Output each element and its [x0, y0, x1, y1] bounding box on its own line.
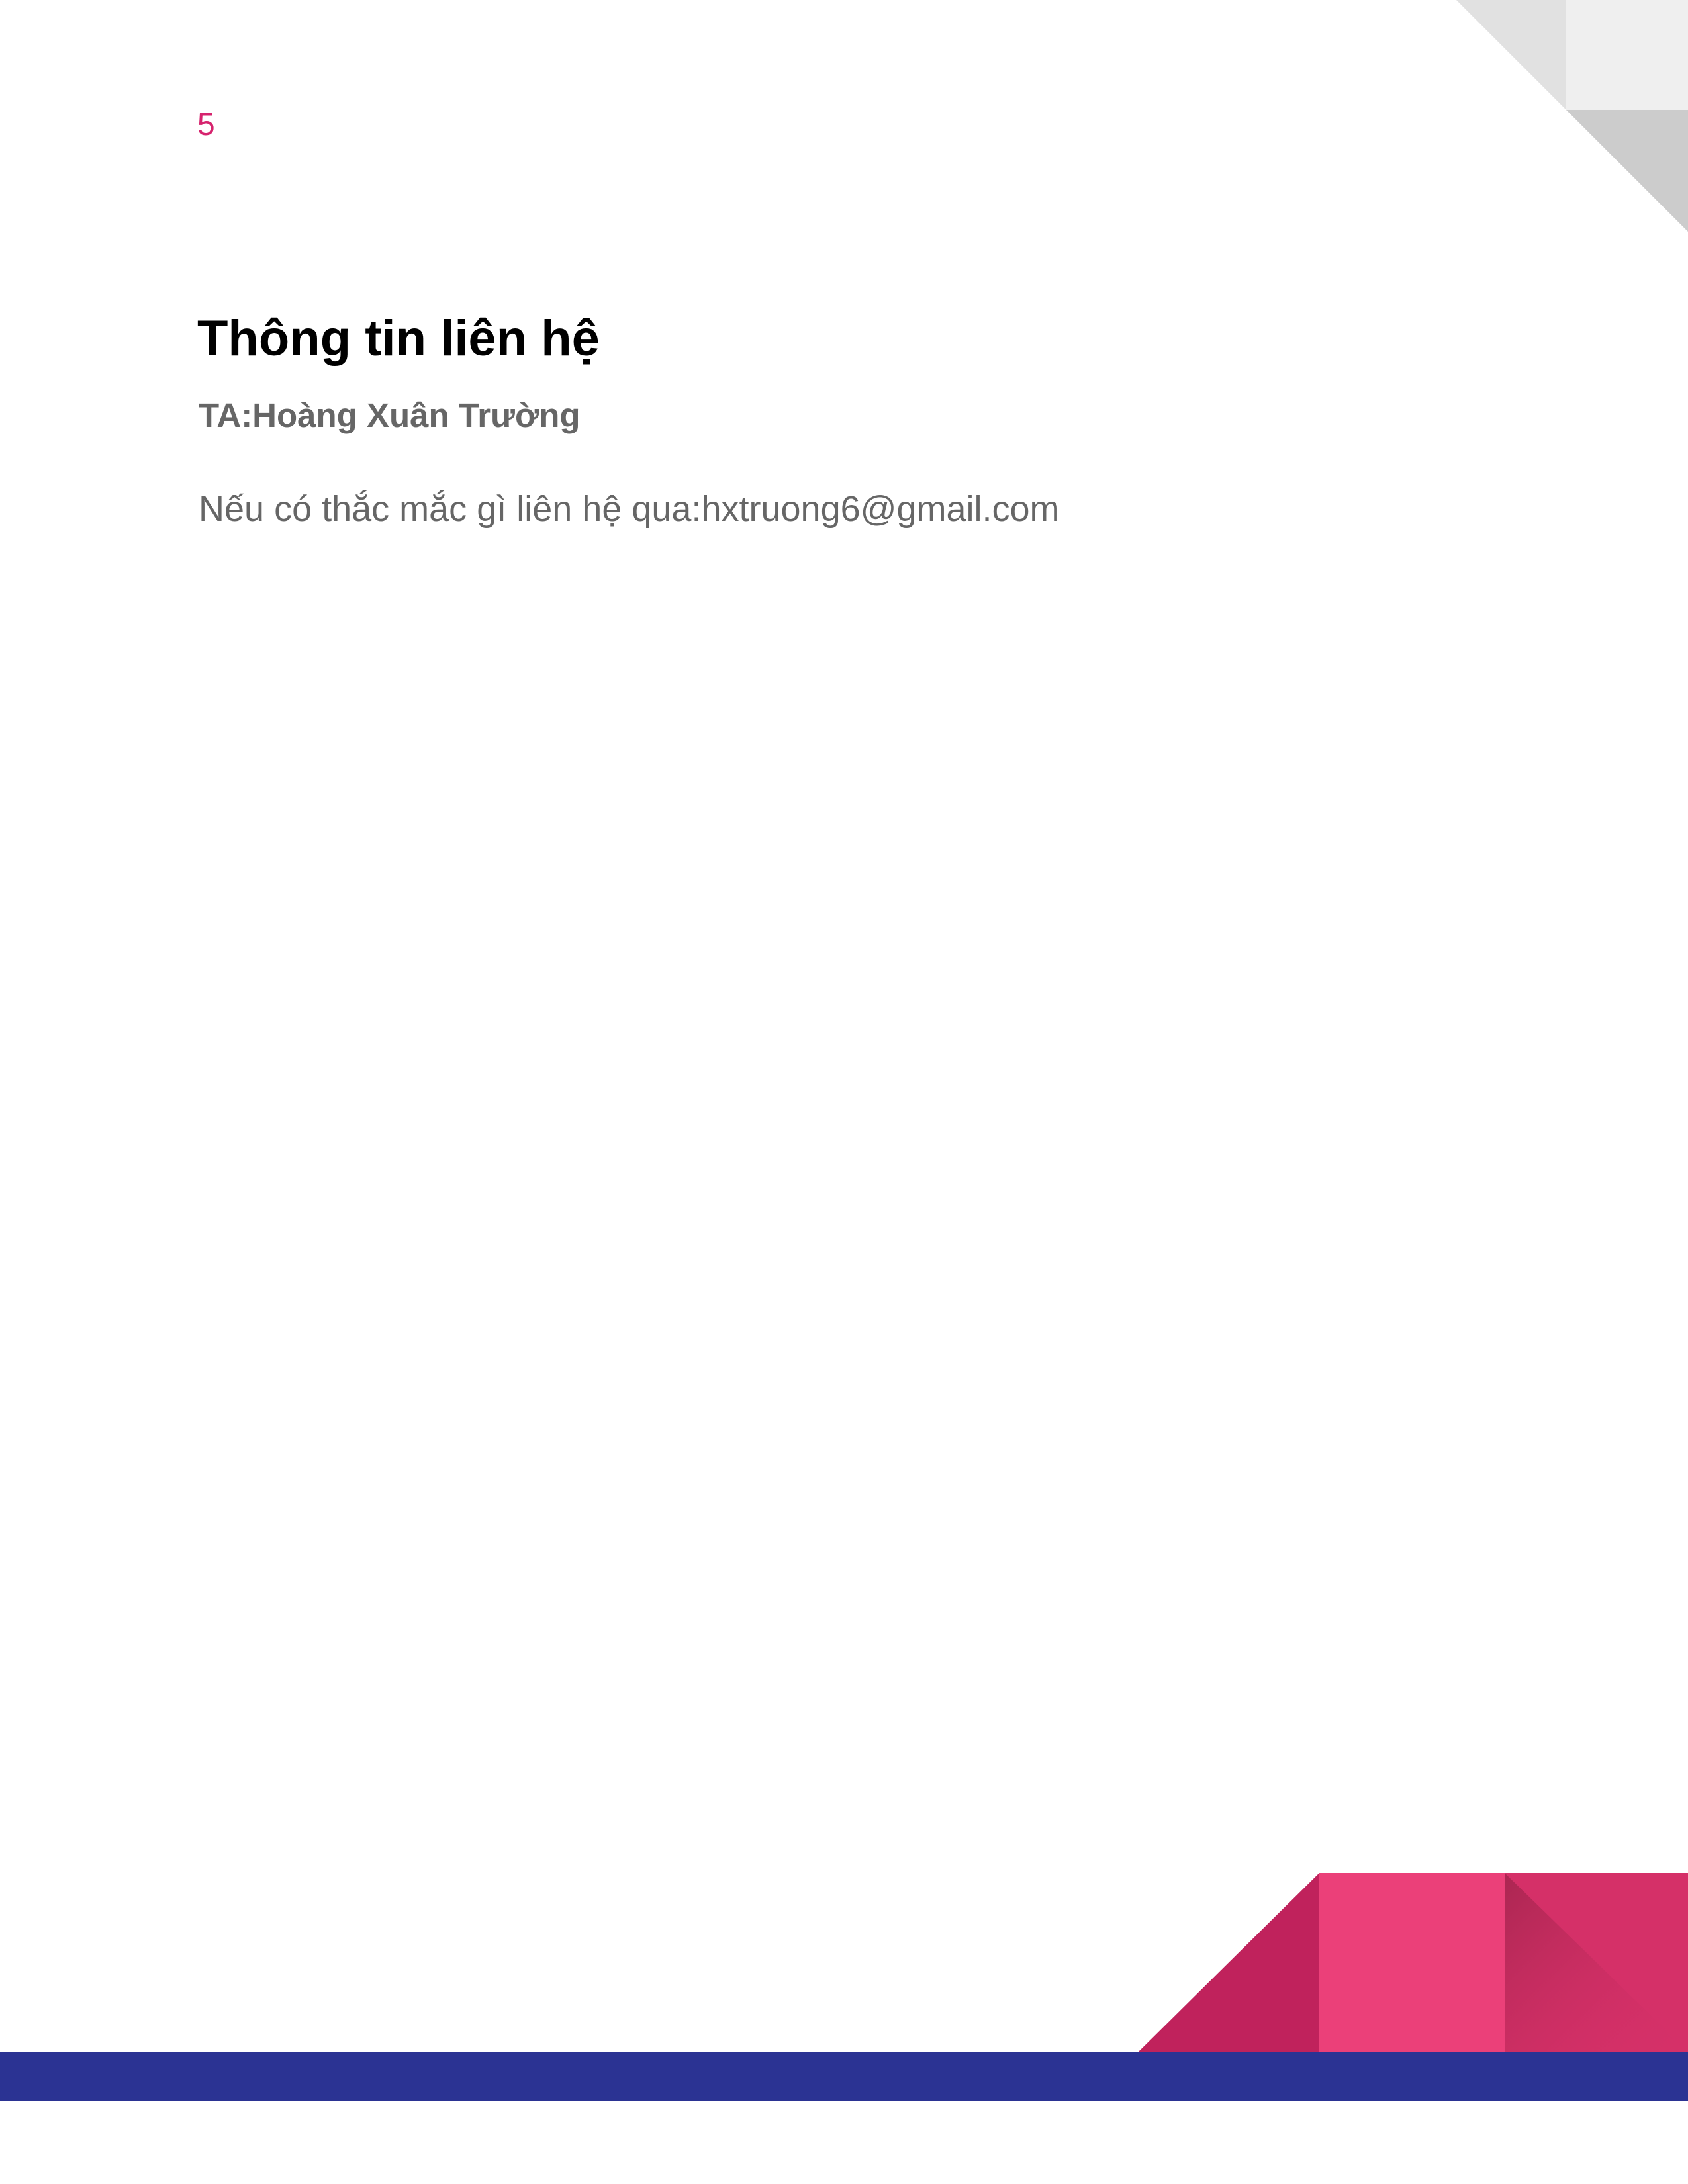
corner-fold-dark	[1566, 110, 1688, 232]
pink-block-center	[1319, 1873, 1505, 2052]
contact-instruction-text: Nếu có thắc mắc gì liên hệ qua:hxtruong6…	[199, 489, 1060, 529]
corner-ornament-bottom-right	[1139, 1873, 1688, 2052]
ta-name-line: TA:Hoàng Xuân Trường	[199, 396, 581, 434]
pink-block-right	[1505, 1873, 1688, 2052]
document-page: 5 Thông tin liên hệ TA:Hoàng Xuân Trường…	[0, 0, 1688, 2184]
page-number: 5	[197, 107, 215, 142]
pink-shadow	[1505, 1873, 1688, 2052]
corner-square-light	[1566, 0, 1688, 110]
corner-fold-mid	[1456, 0, 1688, 232]
footer-navy-band	[0, 2052, 1688, 2101]
pink-triangle-left	[1139, 1873, 1319, 2052]
section-title: Thông tin liên hệ	[197, 310, 600, 367]
corner-ornament-top-right	[1456, 0, 1688, 232]
